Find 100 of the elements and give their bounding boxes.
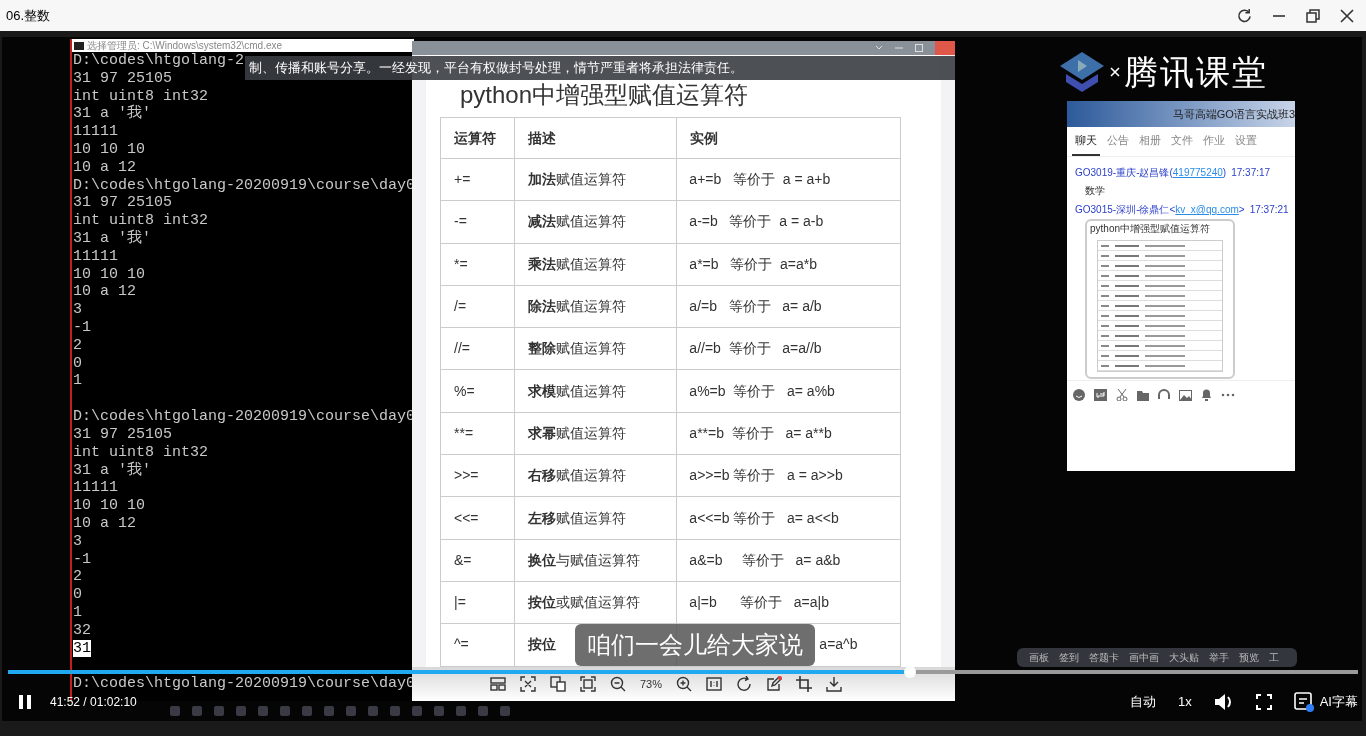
terminal-line: 0 <box>73 354 82 372</box>
crop-icon[interactable] <box>796 676 813 692</box>
table-cell: 求幂赋值运算符 <box>514 412 677 455</box>
fit-screen-icon[interactable] <box>580 676 596 692</box>
zoom-level: 73% <box>640 676 663 692</box>
table-cell: a//=b 等价于 a=a//b <box>676 327 901 370</box>
chat-tab[interactable]: 相册 <box>1136 131 1164 156</box>
bell-icon[interactable] <box>1201 389 1212 401</box>
terminal-line: 31 97 25105 <box>73 425 173 443</box>
terminal-line: 10 a 12 <box>73 158 136 176</box>
rotate-icon[interactable] <box>736 676 753 692</box>
terminal-line: 31 a '我' <box>73 229 151 247</box>
class-tool-button[interactable]: 画中画 <box>1129 650 1159 665</box>
chat-tab[interactable]: 作业 <box>1200 131 1228 156</box>
table-cell: 乘法赋值运算符 <box>514 243 677 286</box>
contact-link[interactable]: kv_x@qq.com <box>1175 204 1239 215</box>
chat-tab[interactable]: 公告 <box>1104 131 1132 156</box>
class-tool-button[interactable]: 答题卡 <box>1089 650 1119 665</box>
table-cell: a-=b 等价于 a = a-b <box>676 200 901 244</box>
image-thumbnail[interactable]: python中增强型赋值运算符 <box>1085 219 1235 379</box>
more-icon[interactable] <box>1221 393 1235 397</box>
class-tool-button[interactable]: 举手 <box>1209 650 1229 665</box>
terminal-line: -1 <box>73 550 91 568</box>
terminal-line: 3 <box>73 532 82 550</box>
table-cell: a|=b 等价于 a=a|b <box>676 581 901 624</box>
table-cell: <<= <box>440 496 515 540</box>
table-cell: 加法赋值运算符 <box>514 158 677 201</box>
column-header: 实例 <box>676 117 901 159</box>
refresh-icon[interactable] <box>1237 8 1252 23</box>
terminal-line: 10 10 10 <box>73 265 145 283</box>
terminal-line: 2 <box>73 336 82 354</box>
terminal-line: D:\codes\htgolang-2 <box>73 52 245 69</box>
group-title: 马哥高端GO语言实战班3 <box>1172 106 1295 122</box>
table-cell: 整除赋值运算符 <box>514 327 677 370</box>
scan-icon[interactable] <box>520 676 536 692</box>
headphones-icon[interactable] <box>1158 389 1170 401</box>
terminal-line: D:\codes\htgolang-20200919\course\day0 <box>73 675 414 693</box>
table-cell: 减法赋值运算符 <box>514 200 677 244</box>
restore-icon[interactable] <box>1306 8 1320 23</box>
contact-link[interactable]: 419775240 <box>1172 167 1223 178</box>
progress-track[interactable] <box>8 670 1358 674</box>
subtitle-caption: 咱们一会儿给大家说 <box>575 624 815 666</box>
quality-button[interactable]: 自动 <box>1129 692 1156 712</box>
image-icon[interactable] <box>1179 389 1192 401</box>
table-cell: //= <box>440 327 515 370</box>
table-cell: ^= <box>440 623 515 667</box>
notice-banner: 制、传播和账号分享。一经发现，平台有权做封号处理，情节严重者将承担法律责任。 <box>245 56 955 80</box>
table-cell: *= <box>440 243 515 286</box>
layout-icon[interactable] <box>490 676 506 692</box>
message-sender: GO3019-重庆-赵昌锋(419775240) <box>1075 166 1227 180</box>
table-cell: **= <box>440 412 515 455</box>
table-cell: 除法赋值运算符 <box>514 285 677 328</box>
terminal-line: 2 <box>73 568 82 586</box>
column-header: 运算符 <box>440 117 515 159</box>
terminal-line: D:\codes\htgolang-20200919\course\day0 <box>73 176 414 194</box>
folder-icon[interactable] <box>1137 389 1149 401</box>
ai-subtitle-button[interactable]: AI字幕 <box>1319 692 1358 712</box>
table-cell: -= <box>440 200 515 244</box>
chat-tab[interactable]: 聊天 <box>1072 131 1100 156</box>
terminal-line: int uint8 int32 <box>73 87 209 105</box>
pause-icon[interactable] <box>18 694 32 710</box>
fullscreen-icon[interactable] <box>1255 694 1272 710</box>
zoom-in-icon[interactable] <box>676 676 693 692</box>
terminal-line: 11111 <box>73 479 118 497</box>
scissors-icon[interactable] <box>1116 389 1128 401</box>
class-tool-button[interactable]: 签到 <box>1059 650 1079 665</box>
message-text: 数学 <box>1084 184 1106 198</box>
terminal-line: 31 a '我' <box>73 105 151 123</box>
class-tool-button[interactable]: 大头贴 <box>1169 650 1199 665</box>
table-cell: %= <box>440 370 515 413</box>
zoom-out-icon[interactable] <box>610 676 626 692</box>
playback-time: 41:52 / 01:02:10 <box>50 694 137 711</box>
table-cell: |= <box>440 581 515 624</box>
chat-tab[interactable]: 文件 <box>1168 131 1196 156</box>
terminal-line: 3 <box>73 301 82 319</box>
class-tool-button[interactable]: 工 <box>1269 650 1279 665</box>
logo-icon <box>1058 50 1106 94</box>
terminal-line: 10 10 10 <box>73 497 145 515</box>
class-tool-button[interactable]: 画板 <box>1029 650 1049 665</box>
thumbnail-caption: python中增强型赋值运算符 <box>1089 222 1212 236</box>
speed-button[interactable]: 1x <box>1177 692 1192 712</box>
emoji-icon[interactable] <box>1073 389 1085 401</box>
table-cell: &= <box>440 539 515 582</box>
window-title: 06.整数 <box>6 6 51 25</box>
table-cell: 求模赋值运算符 <box>514 370 677 413</box>
table-cell: a<<=b 等价于 a= a<<b <box>676 496 901 540</box>
download-icon[interactable] <box>826 676 843 692</box>
terminal-line: 31 97 25105 <box>73 69 173 87</box>
terminal-line: 11111 <box>73 247 118 265</box>
edit-icon[interactable] <box>766 676 783 692</box>
table-cell: 左移赋值运算符 <box>514 496 677 540</box>
actual-size-icon[interactable] <box>706 676 723 692</box>
terminal-title: 选择管理员: C:\Windows\system32\cmd.exe <box>87 40 283 51</box>
terminal-line: 0 <box>73 586 82 604</box>
class-tool-button[interactable]: 预览 <box>1239 650 1259 665</box>
close-icon[interactable] <box>1340 8 1354 23</box>
chat-tab[interactable]: 设置 <box>1232 131 1260 156</box>
subtitle-icon[interactable] <box>1293 692 1314 712</box>
volume-icon[interactable] <box>1213 693 1234 711</box>
terminal-line: 1 <box>73 603 82 621</box>
